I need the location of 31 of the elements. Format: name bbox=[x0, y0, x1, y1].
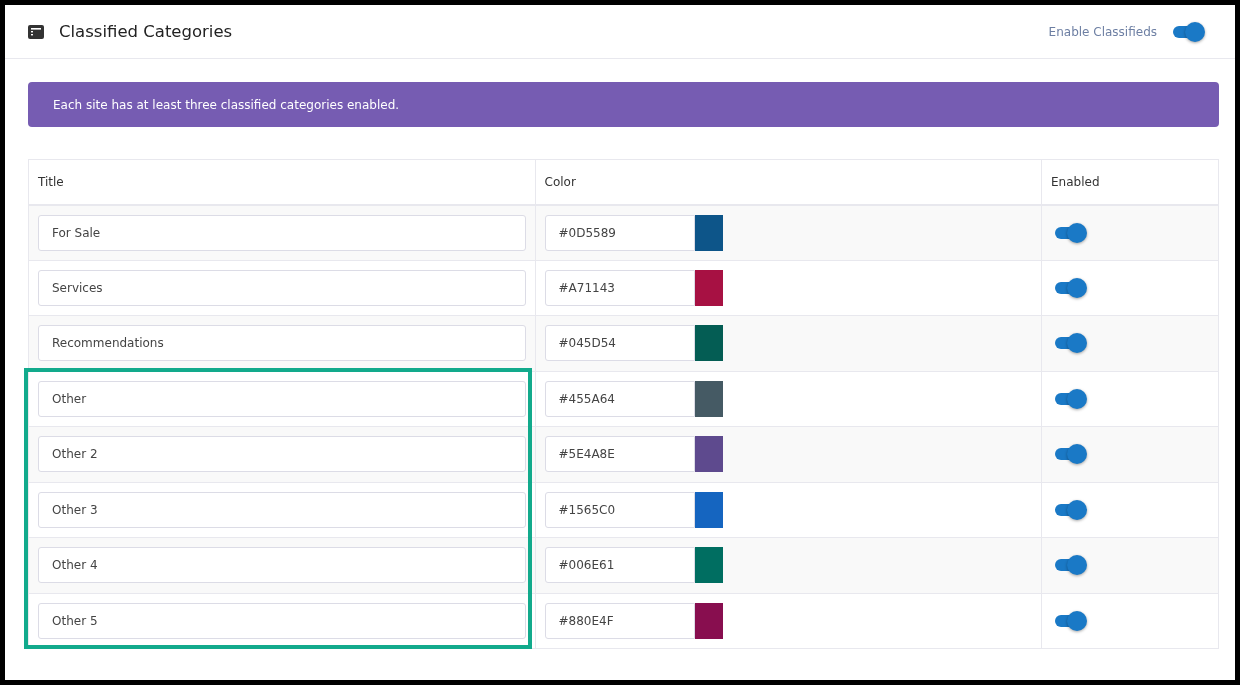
color-field[interactable]: #045D54 bbox=[544, 325, 695, 362]
color-swatch[interactable] bbox=[694, 269, 723, 306]
title-field[interactable]: Other 3 bbox=[38, 491, 526, 528]
title-field[interactable]: Other 2 bbox=[38, 436, 526, 473]
page-title: Classified Categories bbox=[59, 22, 233, 41]
title-field[interactable]: Services bbox=[38, 269, 526, 306]
color-field[interactable]: #5E4A8E bbox=[544, 436, 695, 473]
color-swatch[interactable] bbox=[694, 325, 723, 362]
list-icon bbox=[28, 24, 44, 39]
color-swatch[interactable] bbox=[694, 436, 723, 473]
column-header: Title bbox=[28, 159, 535, 205]
column-header: Enabled bbox=[1041, 159, 1219, 205]
title-field[interactable]: For Sale bbox=[38, 214, 526, 251]
toggle-label: Enable Classifieds bbox=[1048, 24, 1157, 39]
color-field[interactable]: #006E61 bbox=[544, 547, 695, 584]
color-swatch[interactable] bbox=[694, 380, 723, 417]
color-field[interactable]: #0D5589 bbox=[544, 214, 695, 251]
color-swatch[interactable] bbox=[694, 214, 723, 251]
color-swatch[interactable] bbox=[694, 602, 723, 639]
title-field[interactable]: Other bbox=[38, 380, 526, 417]
info-banner: Each site has at least three classified categories enabled. bbox=[28, 82, 1219, 127]
title-field[interactable]: Recommendations bbox=[38, 325, 526, 362]
color-field[interactable]: #880E4F bbox=[544, 602, 695, 639]
color-field[interactable]: #1565C0 bbox=[544, 491, 695, 528]
column-header: Color bbox=[535, 159, 1042, 205]
title-field[interactable]: Other 4 bbox=[38, 547, 526, 584]
color-field[interactable]: #455A64 bbox=[544, 380, 695, 417]
color-field[interactable]: #A71143 bbox=[544, 269, 695, 306]
title-field[interactable]: Other 5 bbox=[38, 602, 526, 639]
color-swatch[interactable] bbox=[694, 547, 723, 584]
color-swatch[interactable] bbox=[694, 491, 723, 528]
